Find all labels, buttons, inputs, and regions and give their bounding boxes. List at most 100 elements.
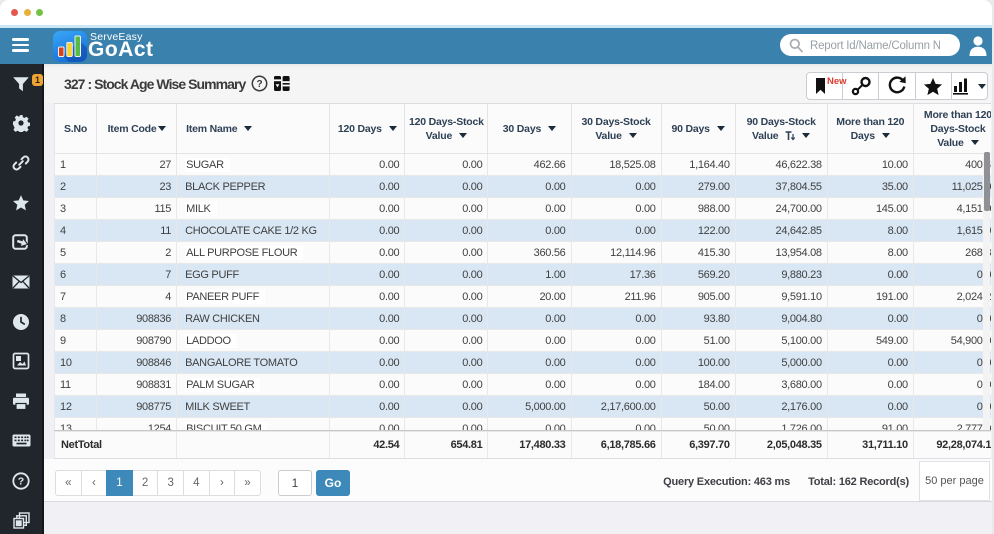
sidebar-item-help[interactable]: ? (0, 468, 42, 498)
table-cell: 360.56 (488, 242, 571, 264)
brand-large: GoAct (88, 38, 154, 62)
table-scrollbar[interactable] (983, 152, 990, 430)
table-cell: MILK SWEET (177, 396, 330, 418)
table-row[interactable]: 127SUGAR0.000.00462.6618,525.081,164.404… (55, 154, 992, 176)
column-header[interactable]: 30 Days-StockValue (571, 104, 661, 154)
menu-icon[interactable] (12, 38, 29, 52)
go-button[interactable]: Go (316, 470, 350, 496)
sidebar-item-schedule[interactable] (0, 309, 42, 339)
page-button[interactable]: » (234, 470, 261, 496)
table-cell: 415.30 (661, 242, 735, 264)
table-cell: 0.00 (571, 374, 661, 396)
column-header[interactable]: 90 Days (661, 104, 735, 154)
table-cell: 0.00 (330, 154, 405, 176)
page-button[interactable]: « (55, 470, 82, 496)
table-row[interactable]: 411CHOCOLATE CAKE 1/2 KG0.000.000.000.00… (55, 220, 992, 242)
page-button[interactable]: 3 (157, 470, 184, 496)
table-row[interactable]: 8908836RAW CHICKEN0.000.000.000.0093.809… (55, 308, 992, 330)
pagination: «‹1234›» (55, 470, 261, 496)
table-cell: 184.00 (661, 374, 735, 396)
table-cell: 7 (97, 264, 177, 286)
table-cell: 0.00 (330, 176, 405, 198)
sidebar-item-keyboard[interactable] (0, 428, 42, 458)
column-header[interactable]: More than 120Days (827, 104, 913, 154)
column-header[interactable]: More than 120Days-StockValue (913, 104, 991, 154)
bookmark-button[interactable]: New (807, 73, 843, 99)
table-cell: EGG PUFF (177, 264, 330, 286)
page-button[interactable]: 2 (132, 470, 159, 496)
column-header[interactable]: 90 Days-StockValue (735, 104, 827, 154)
sidebar-item-print[interactable] (0, 389, 42, 419)
chart-type-button[interactable] (952, 73, 987, 99)
table-row[interactable]: 52ALL PURPOSE FLOUR0.000.00360.5612,114.… (55, 242, 992, 264)
table-row[interactable]: 3115MILK0.000.000.000.00988.0024,700.001… (55, 198, 992, 220)
column-header[interactable]: 120 Days (330, 104, 405, 154)
help-icon: ? (12, 472, 30, 495)
nodes-button[interactable] (843, 73, 879, 99)
hamburger-bar (12, 49, 29, 52)
table-row[interactable]: 131254BISCUIT 50 GM0.000.000.000.0050.00… (55, 418, 992, 431)
grid-layout-icon[interactable] (274, 76, 290, 91)
hamburger-bar (12, 44, 29, 47)
table-row[interactable]: 223BLACK PEPPER0.000.000.000.00279.0037,… (55, 176, 992, 198)
sidebar-item-copy[interactable] (0, 508, 42, 534)
help-icon[interactable]: ? (251, 75, 268, 92)
column-header[interactable]: Item Name (177, 104, 330, 154)
table-cell: 400.40 (913, 154, 991, 176)
sidebar-item-settings[interactable] (0, 111, 42, 141)
sidebar-item-email[interactable] (0, 270, 42, 300)
table-cell: 7 (55, 286, 97, 308)
close-window-button[interactable] (11, 9, 18, 16)
per-page-select[interactable]: 50 per page (919, 461, 990, 501)
minimize-window-button[interactable] (24, 9, 31, 16)
sidebar-item-favorite[interactable] (0, 190, 42, 220)
table-cell: 0.00 (405, 242, 488, 264)
sidebar-item-export[interactable] (0, 230, 42, 260)
search-input[interactable] (808, 35, 942, 56)
refresh-button[interactable] (879, 73, 915, 99)
table-cell: 5,100.00 (735, 330, 827, 352)
table-cell: 4,151.00 (913, 198, 991, 220)
table-cell: 0.00 (913, 396, 991, 418)
table-row[interactable]: 12908775MILK SWEET0.000.005,000.002,17,6… (55, 396, 992, 418)
share-icon (12, 233, 30, 256)
page-button[interactable]: 1 (106, 470, 133, 496)
column-header[interactable]: 120 Days-StockValue (405, 104, 488, 154)
table-cell: ALL PURPOSE FLOUR (177, 242, 330, 264)
table-cell: 0.00 (330, 286, 405, 308)
image-icon (12, 352, 30, 375)
table-row[interactable]: 11908831PALM SUGAR0.000.000.000.00184.00… (55, 374, 992, 396)
table-cell: 18,525.08 (571, 154, 661, 176)
column-header[interactable]: S.No (55, 104, 97, 154)
table-cell: 8 (55, 308, 97, 330)
table-cell: CHOCOLATE CAKE 1/2 KG (177, 220, 330, 242)
table-cell: 0.00 (827, 308, 913, 330)
page-button[interactable]: 4 (183, 470, 210, 496)
sidebar-item-filter[interactable]: 1 (0, 71, 42, 101)
table-footer: «‹1234›» Go Query Execution: 463 ms Tota… (44, 459, 992, 502)
column-header[interactable]: 30 Days (488, 104, 571, 154)
sidebar-item-link[interactable] (0, 150, 42, 180)
table-row[interactable]: 74PANEER PUFF0.000.0020.00211.96905.009,… (55, 286, 992, 308)
table-cell: 0.00 (405, 396, 488, 418)
per-page-label: 50 per page (925, 475, 984, 487)
report-table-container[interactable]: S.NoItem CodeItem Name120 Days120 Days-S… (54, 103, 991, 430)
page-button[interactable]: › (209, 470, 236, 496)
table-cell: 0.00 (405, 374, 488, 396)
table-row[interactable]: 67EGG PUFF0.000.001.0017.36569.209,880.2… (55, 264, 992, 286)
star-button[interactable] (916, 73, 952, 99)
sidebar-item-image-export[interactable] (0, 349, 42, 379)
goto-page-input[interactable] (278, 470, 312, 496)
table-row[interactable]: 9908790LADDOO0.000.000.000.0051.005,100.… (55, 330, 992, 352)
net-total-cell: 31,711.10 (827, 432, 913, 459)
page-button[interactable]: ‹ (81, 470, 108, 496)
column-header[interactable]: Item Code (97, 104, 177, 154)
table-row[interactable]: 10908846BANGALORE TOMATO0.000.000.000.00… (55, 352, 992, 374)
user-icon[interactable] (968, 35, 988, 62)
table-cell: 211.96 (571, 286, 661, 308)
maximize-window-button[interactable] (36, 9, 43, 16)
table-cell: 122.00 (661, 220, 735, 242)
title-left: 327 : Stock Age Wise Summary ? (64, 64, 290, 103)
table-cell: 35.00 (827, 176, 913, 198)
scrollbar-thumb[interactable] (984, 152, 990, 211)
